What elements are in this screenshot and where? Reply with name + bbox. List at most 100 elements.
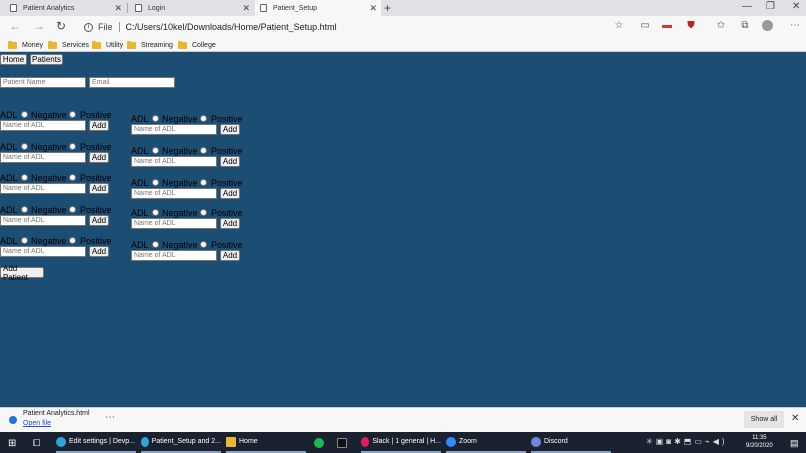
bookmark-streaming[interactable]: Streaming [127, 39, 173, 51]
taskbar-item-edge-devp[interactable]: Edit settings | Devp... [56, 432, 136, 453]
edge-icon [56, 436, 66, 447]
adl-add-button[interactable]: Add [89, 120, 109, 131]
adl-negative-radio[interactable] [21, 237, 28, 244]
adl-positive-radio[interactable] [200, 147, 207, 154]
bookmark-utility[interactable]: Utility [92, 39, 123, 51]
taskbar-item-spotify[interactable] [311, 432, 327, 453]
adl-add-button[interactable]: Add [220, 250, 240, 261]
adl-add-button[interactable]: Add [89, 152, 109, 163]
adl-add-button[interactable]: Add [220, 124, 240, 135]
adl-add-button[interactable]: Add [89, 246, 109, 257]
adl-add-button[interactable]: Add [220, 218, 240, 229]
adl-negative-radio[interactable] [152, 147, 159, 154]
extension-icon[interactable]: ▬ [662, 21, 672, 31]
email-input[interactable]: Email [89, 77, 175, 88]
adl-add-button[interactable]: Add [89, 183, 109, 194]
edge-file-icon [9, 416, 17, 424]
adl-name-input[interactable]: Name of ADL [0, 215, 86, 226]
add-patient-button[interactable]: Add Patient [0, 264, 44, 282]
adl-positive-radio[interactable] [200, 241, 207, 248]
adl-name-input[interactable]: Name of ADL [131, 250, 217, 261]
adl-name-input[interactable]: Name of ADL [131, 218, 217, 229]
adl-name-input[interactable]: Name of ADL [131, 188, 217, 199]
show-all-button[interactable]: Show all [744, 411, 784, 428]
bookmark-services[interactable]: Services [48, 39, 89, 51]
download-file-name[interactable]: Patient Analytics.html [23, 410, 90, 417]
shield-icon[interactable]: ⛊ [686, 21, 696, 31]
favorite-star-icon[interactable]: ☆ [614, 21, 624, 31]
taskbar-item-slack[interactable]: Slack | 1 general | H... [361, 432, 441, 453]
adl-negative-radio[interactable] [21, 174, 28, 181]
tab-patient-analytics[interactable]: Patient Analytics ✕ [0, 0, 126, 16]
info-icon[interactable]: i [84, 22, 93, 32]
extension-icon[interactable]: ▭ [640, 21, 650, 31]
taskbar-label: Discord [544, 438, 568, 445]
more-menu-icon[interactable]: ⋯ [790, 21, 800, 31]
minimize-icon[interactable]: — [742, 1, 752, 12]
adl-name-input[interactable]: Name of ADL [0, 120, 86, 131]
new-tab-icon[interactable]: + [384, 1, 391, 15]
taskbar-item-zoom[interactable]: Zoom [446, 432, 526, 453]
folder-icon [92, 40, 101, 49]
adl-negative-radio[interactable] [21, 111, 28, 118]
task-view-icon[interactable]: ⧠ [33, 438, 40, 449]
home-button[interactable]: Home [0, 54, 27, 65]
favorites-icon[interactable]: ✩ [716, 21, 726, 31]
adl-positive-radio[interactable] [200, 115, 207, 122]
windows-start-icon[interactable]: ⊞ [8, 438, 16, 449]
adl-name-input[interactable]: Name of ADL [0, 246, 86, 257]
adl-positive-label: Positive [211, 208, 243, 218]
adl-add-button[interactable]: Add [220, 188, 240, 199]
adl-positive-radio[interactable] [200, 179, 207, 186]
close-icon[interactable]: ✕ [369, 3, 377, 14]
tab-login[interactable]: Login ✕ [128, 0, 254, 16]
patient-name-input[interactable]: Patient Name [0, 77, 86, 88]
adl-positive-radio[interactable] [69, 174, 76, 181]
close-icon[interactable]: ✕ [114, 3, 122, 14]
close-downloads-icon[interactable]: ✕ [791, 413, 799, 424]
adl-positive-radio[interactable] [69, 111, 76, 118]
taskbar-item-app[interactable] [334, 432, 350, 453]
back-icon[interactable]: ← [9, 19, 21, 33]
adl-negative-label: Negative [162, 146, 198, 156]
close-icon[interactable]: ✕ [242, 3, 250, 14]
refresh-icon[interactable]: ↻ [56, 19, 66, 33]
collections-icon[interactable]: ⧉ [740, 21, 750, 31]
profile-avatar-icon[interactable] [762, 20, 773, 31]
adl-name-input[interactable]: Name of ADL [0, 183, 86, 194]
window-close-icon[interactable]: ✕ [792, 1, 800, 12]
adl-negative-radio[interactable] [152, 179, 159, 186]
taskbar-item-edge-setup[interactable]: Patient_Setup and 2... [141, 432, 221, 453]
bookmark-college[interactable]: College [178, 39, 216, 51]
adl-negative-radio[interactable] [152, 241, 159, 248]
adl-positive-radio[interactable] [69, 237, 76, 244]
system-tray-icons[interactable]: ✳▣◙✱⬒▭⌁◀) [646, 437, 728, 446]
adl-positive-radio[interactable] [69, 143, 76, 150]
open-file-link[interactable]: Open file [23, 420, 51, 427]
adl-positive-radio[interactable] [69, 206, 76, 213]
system-clock[interactable]: 11:35 9/20/2020 [746, 434, 773, 450]
adl-negative-radio[interactable] [152, 209, 159, 216]
more-options-icon[interactable]: ⋯ [105, 412, 115, 423]
adl-add-button[interactable]: Add [89, 215, 109, 226]
taskbar-item-explorer-home[interactable]: Home [226, 432, 306, 453]
page-icon [135, 4, 142, 12]
adl-negative-radio[interactable] [21, 143, 28, 150]
bookmark-money[interactable]: Money [8, 39, 43, 51]
adl-name-input[interactable]: Name of ADL [131, 156, 217, 167]
adl-add-button[interactable]: Add [220, 156, 240, 167]
forward-icon[interactable]: → [33, 19, 45, 33]
adl-negative-radio[interactable] [21, 206, 28, 213]
folder-icon [127, 40, 136, 49]
adl-name-input[interactable]: Name of ADL [131, 124, 217, 135]
patients-button[interactable]: Patients [30, 54, 63, 65]
adl-positive-radio[interactable] [200, 209, 207, 216]
adl-positive-label: Positive [211, 114, 243, 124]
adl-negative-radio[interactable] [152, 115, 159, 122]
tab-patient-setup[interactable]: Patient_Setup ✕ [255, 0, 381, 16]
restore-icon[interactable]: ❐ [766, 1, 775, 12]
taskbar-item-discord[interactable]: Discord [531, 432, 611, 453]
adl-name-input[interactable]: Name of ADL [0, 152, 86, 163]
notification-icon[interactable]: ▤ [790, 438, 799, 449]
address-bar[interactable]: i File C:/Users/10kel/Downloads/Home/Pat… [78, 18, 633, 36]
